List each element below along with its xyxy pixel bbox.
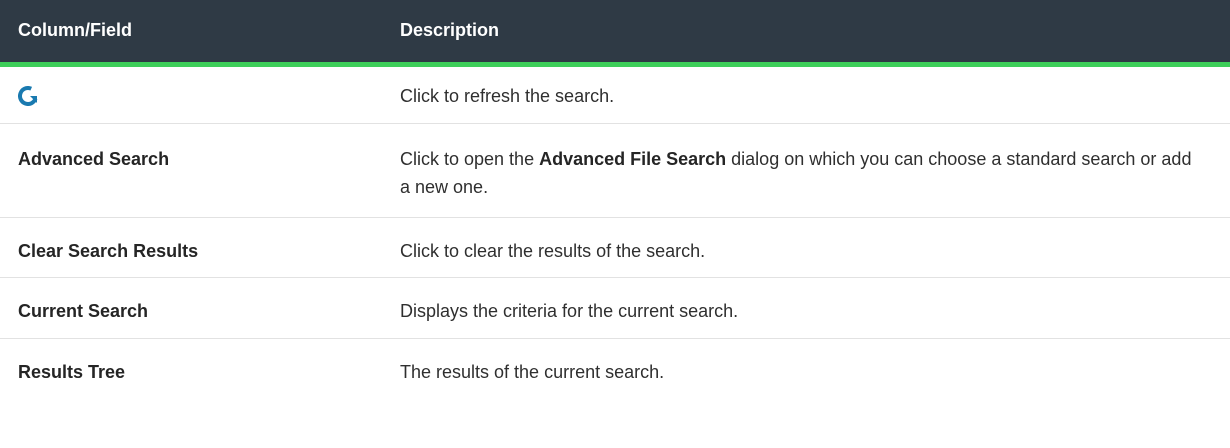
table-body: Click to refresh the search. Advanced Se…	[0, 64, 1230, 400]
description-cell: Displays the criteria for the current se…	[384, 277, 1230, 339]
field-cell	[0, 64, 384, 124]
field-cell: Clear Search Results	[0, 217, 384, 278]
dialog-name: Advanced File Search	[539, 148, 727, 169]
table-row: Click to refresh the search.	[0, 64, 1230, 124]
field-cell: Advanced Search	[0, 123, 384, 218]
refresh-icon[interactable]	[18, 85, 38, 106]
reference-table: Column/Field Description Click to refres…	[0, 0, 1230, 400]
table-header: Column/Field Description	[0, 0, 1230, 67]
description-cell: Click to open the Advanced File Search d…	[384, 123, 1230, 218]
header-column-description: Description	[384, 0, 1230, 67]
header-column-field: Column/Field	[0, 0, 384, 67]
field-cell: Results Tree	[18, 361, 126, 382]
table-row: Current Search Displays the criteria for…	[0, 277, 1230, 339]
header-row: Column/Field Description	[0, 0, 1230, 67]
table-row: Results Tree The results of the current …	[0, 338, 1230, 400]
description-cell: Click to refresh the search.	[384, 64, 1230, 124]
description-cell: The results of the current search.	[400, 361, 665, 382]
description-cell: Click to clear the results of the search…	[384, 217, 1230, 278]
table-row: Advanced Search Click to open the Advanc…	[0, 123, 1230, 218]
field-cell: Current Search	[0, 277, 384, 339]
description-text: Click to open the	[400, 148, 540, 169]
table-row: Clear Search Results Click to clear the …	[0, 217, 1230, 278]
